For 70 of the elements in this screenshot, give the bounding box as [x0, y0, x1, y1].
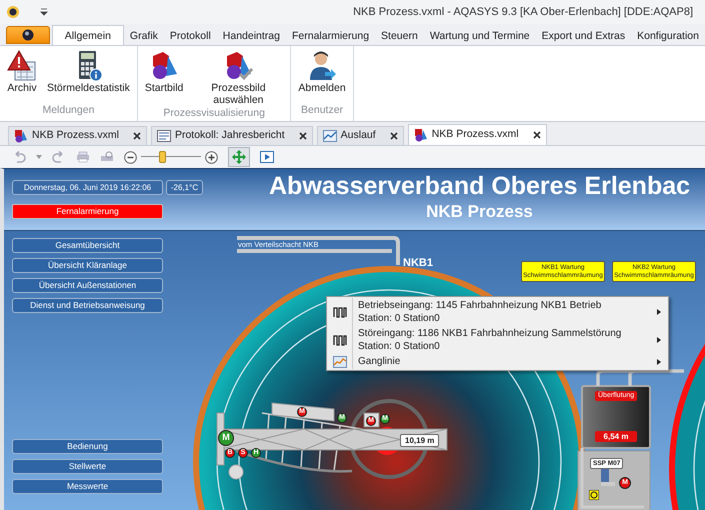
ribbon-tab[interactable]: Steuern	[375, 26, 424, 45]
submenu-arrow-icon	[657, 337, 661, 343]
caret-icon[interactable]	[36, 155, 42, 159]
bridge-level-reading: 10,19 m	[400, 434, 440, 447]
document-tab[interactable]: Protokoll: Jahresbericht	[150, 126, 313, 145]
move-icon	[232, 150, 246, 164]
menu-item[interactable]: Ganglinie	[327, 354, 668, 369]
navigation-button[interactable]: Stellwerte	[12, 459, 163, 474]
submenu-arrow-icon	[657, 358, 661, 364]
slider-thumb[interactable]	[159, 151, 166, 163]
print-preview-icon[interactable]	[100, 151, 114, 163]
document-tab[interactable]: NKB Prozess.vxml	[8, 126, 147, 145]
navigation-button[interactable]: Übersicht Außenstationen	[12, 278, 163, 293]
ribbon-group-label: Benutzer	[300, 103, 344, 118]
shapes-icon	[14, 129, 28, 143]
zoom-out-icon[interactable]	[124, 150, 137, 164]
date-time-display: Donnerstag, 06. Juni 2019 16:22:06	[12, 180, 163, 195]
report-icon	[156, 129, 171, 143]
ribbon-tab[interactable]: Wartung und Termine	[424, 26, 536, 45]
document-tab[interactable]: Auslauf	[316, 126, 404, 145]
zoom-slider[interactable]	[141, 151, 201, 163]
alarm-button[interactable]: Fernalarmierung	[12, 204, 163, 219]
dropdown-caret-icon[interactable]	[40, 8, 48, 16]
play-icon[interactable]	[260, 151, 274, 163]
ribbon-tab[interactable]: Allgemein	[52, 25, 124, 45]
ribbon-button[interactable]: Prozessbild auswählen	[190, 50, 286, 106]
pulse-icon	[332, 334, 346, 346]
temperature-display: -26,1°C	[166, 180, 203, 195]
shapes-icon	[414, 128, 428, 142]
canvas-subtitle: NKB Prozess	[426, 201, 533, 223]
app-logo-icon[interactable]	[6, 5, 20, 19]
ribbon-group-label: Meldungen	[41, 103, 96, 118]
window-title: NKB Prozess.vxml - AQASYS 9.3 [KA Ober-Erlenbach] [DDE:AQAP8]	[353, 4, 693, 20]
ribbon-group-label: Prozessvisualisierung	[162, 106, 266, 121]
menu-item[interactable]: Störeingang: 1186 NKB1 Fahrbahnheizung Sammelstörung Station: 0 Station0	[327, 326, 668, 354]
pan-button[interactable]	[228, 147, 250, 167]
ribbon-tab[interactable]: Export und Extras	[536, 26, 632, 45]
level-reading: 6,54 m	[595, 431, 637, 442]
chart-icon	[332, 356, 346, 368]
navigation-button[interactable]: Messwerte	[12, 479, 163, 494]
ribbon-button[interactable]: Abmelden	[295, 50, 349, 104]
close-icon[interactable]	[298, 132, 307, 140]
app-menu-button[interactable]	[6, 26, 50, 44]
chart-icon	[322, 129, 337, 143]
ribbon-tab[interactable]: Protokoll	[164, 26, 217, 45]
close-icon[interactable]	[532, 131, 541, 139]
user-logout-icon	[307, 50, 338, 82]
app-logo-icon	[22, 29, 34, 41]
pulse-icon	[332, 306, 346, 318]
tank-label: NKB1	[403, 256, 433, 271]
navigation-button[interactable]: Bedienung	[12, 439, 163, 454]
zoom-in-icon[interactable]	[205, 150, 218, 164]
submenu-arrow-icon	[657, 309, 661, 315]
close-icon[interactable]	[390, 132, 398, 140]
ribbon-tab[interactable]: Fernalarmierung	[286, 26, 376, 45]
document-tab[interactable]: NKB Prozess.vxml	[408, 124, 547, 145]
ribbon-button[interactable]: Störmeldestatistik	[44, 50, 133, 104]
sensor-icon	[589, 490, 599, 500]
navigation-button[interactable]: Übersicht Kläranlage	[12, 258, 163, 273]
ribbon-button[interactable]: Archiv	[4, 50, 40, 104]
canvas-title: Abwasserverband Oberes Erlenbac	[269, 171, 690, 201]
menu-item[interactable]: Betriebseingang: 1145 Fahrbahnheizung NKB1 Betrieb Station: 0 Station0	[327, 298, 668, 326]
ribbon-tab[interactable]: Grafik	[124, 26, 164, 45]
close-icon[interactable]	[132, 132, 141, 140]
ribbon-button[interactable]: Startbild	[142, 50, 186, 106]
navigation-button[interactable]: Dienst und Betriebsanweisung	[12, 298, 163, 313]
navigation-button[interactable]: Gesamtübersicht	[12, 238, 163, 253]
ribbon-tab[interactable]: Konfiguration	[631, 26, 705, 45]
ribbon-tab[interactable]: Handeintrag	[216, 26, 286, 45]
warning-calendar-icon	[7, 50, 37, 82]
